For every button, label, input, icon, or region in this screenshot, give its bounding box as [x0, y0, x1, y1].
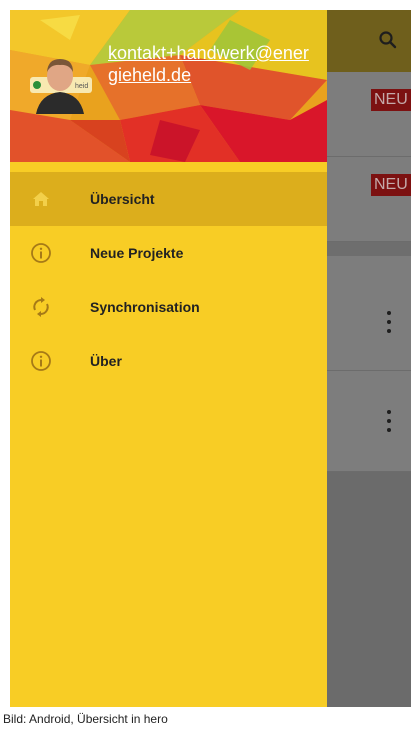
drawer-header: heid kontakt+handwerk@energieheld.de [10, 10, 327, 162]
info-icon [31, 243, 51, 263]
drawer-nav: Übersicht Neue Projekte Synchronisation [10, 172, 327, 388]
nav-item-synchronisation[interactable]: Synchronisation [10, 280, 327, 334]
more-options-icon[interactable] [384, 311, 394, 333]
image-caption: Bild: Android, Übersicht in hero [3, 712, 168, 726]
sync-icon [33, 297, 49, 317]
new-badge: NEU [371, 174, 411, 196]
nav-item-label: Übersicht [90, 191, 155, 207]
nav-item-ueber[interactable]: Über [10, 334, 327, 388]
new-badge: NEU [371, 89, 411, 111]
nav-item-label: Über [90, 353, 122, 369]
info-icon [31, 351, 51, 371]
phone-screen: NEU NEU heid kontakt+handwerk@energiehel… [10, 10, 411, 707]
more-options-icon[interactable] [384, 410, 394, 432]
nav-item-label: Neue Projekte [90, 245, 184, 261]
account-email-link[interactable]: kontakt+handwerk@energieheld.de [108, 42, 313, 86]
nav-item-label: Synchronisation [90, 299, 200, 315]
nav-item-neue-projekte[interactable]: Neue Projekte [10, 226, 327, 280]
nav-item-uebersicht[interactable]: Übersicht [10, 172, 327, 226]
home-icon [33, 192, 49, 206]
avatar[interactable] [28, 50, 92, 114]
search-icon[interactable] [378, 30, 398, 50]
navigation-drawer: heid kontakt+handwerk@energieheld.de Übe… [10, 10, 327, 707]
